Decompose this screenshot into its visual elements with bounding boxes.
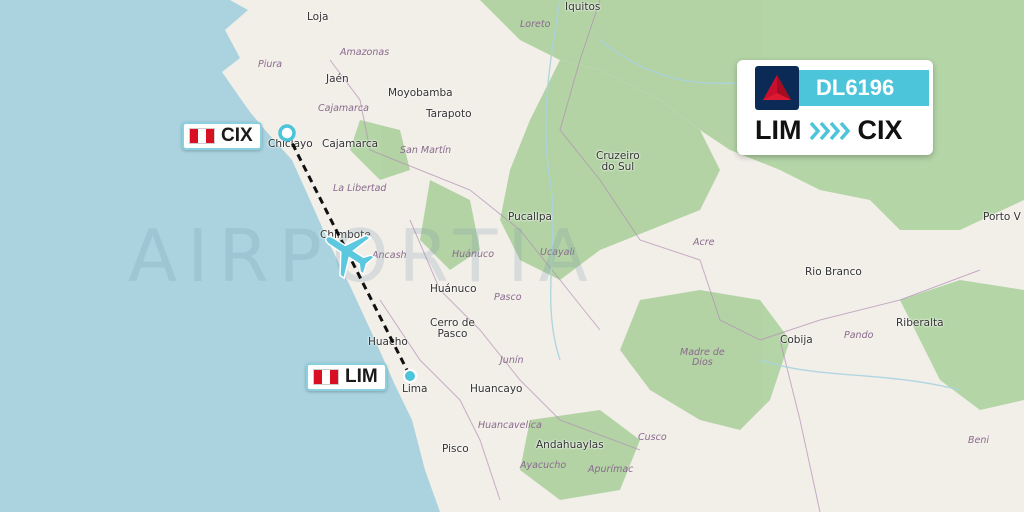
- origin-marker: [403, 369, 417, 383]
- destination-marker: [278, 124, 296, 142]
- origin-airport-tag[interactable]: LIM: [306, 363, 387, 391]
- airplane-icon: [324, 234, 376, 280]
- delta-logo-icon: [755, 66, 799, 110]
- destination-airport-code: CIX: [221, 125, 253, 146]
- peru-flag-icon: [189, 128, 215, 144]
- flight-number-band: DL6196: [799, 70, 929, 106]
- route-destination-code: CIX: [857, 115, 903, 145]
- chevrons-right-icon: [809, 121, 850, 140]
- route-origin-code: LIM: [755, 115, 802, 145]
- origin-airport-code: LIM: [345, 366, 378, 387]
- destination-airport-tag[interactable]: CIX: [182, 122, 262, 150]
- flight-info-card: DL6196 LIM CIX: [737, 60, 933, 155]
- route-summary: LIM CIX: [755, 115, 903, 146]
- map-canvas[interactable]: Iquitos Loja Amazonas Loreto Piura Jaén …: [0, 0, 1024, 512]
- flight-number: DL6196: [816, 75, 895, 100]
- peru-flag-icon: [313, 369, 339, 385]
